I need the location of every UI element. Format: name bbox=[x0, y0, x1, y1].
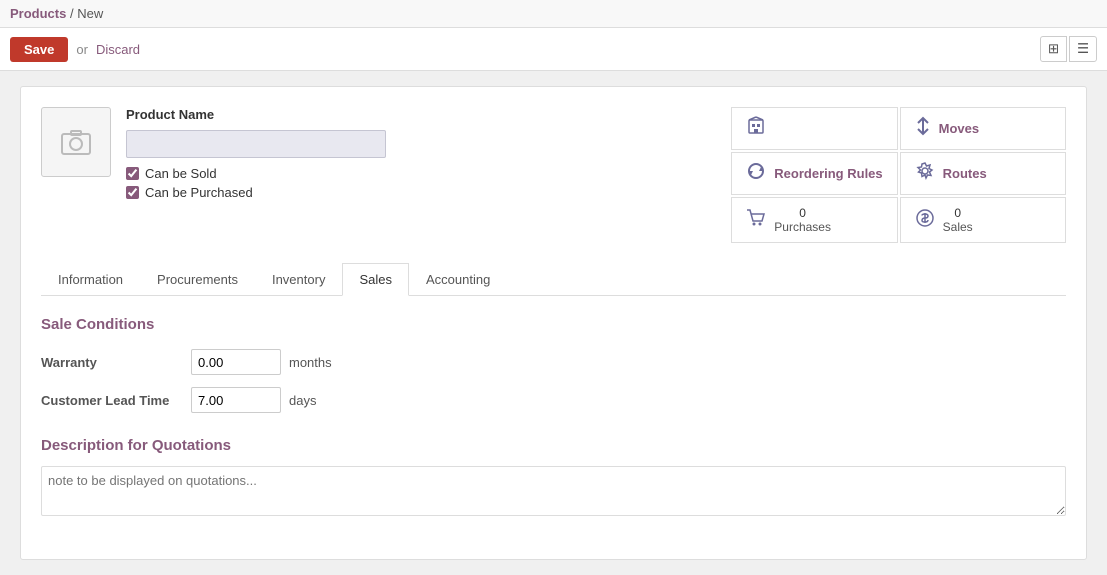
description-section: Description for Quotations bbox=[41, 437, 1066, 519]
warranty-unit: months bbox=[289, 355, 332, 370]
sales-label: Sales bbox=[943, 220, 973, 234]
product-info: Product Name Can be Sold Can be Purchase… bbox=[126, 107, 386, 200]
stat-building-button[interactable] bbox=[731, 107, 897, 150]
purchases-count: 0 bbox=[774, 206, 831, 220]
description-title: Description for Quotations bbox=[41, 437, 1066, 454]
dollar-icon bbox=[915, 208, 935, 233]
tab-information[interactable]: Information bbox=[41, 263, 140, 296]
checkboxes: Can be Sold Can be Purchased bbox=[126, 166, 386, 200]
product-name-input[interactable] bbox=[126, 130, 386, 158]
stat-sales-button[interactable]: 0 Sales bbox=[900, 197, 1066, 243]
tab-content-sales: Sale Conditions Warranty months Customer… bbox=[41, 296, 1066, 539]
building-icon bbox=[746, 116, 766, 141]
moves-label: Moves bbox=[939, 121, 979, 136]
can-be-purchased-checkbox[interactable]: Can be Purchased bbox=[126, 185, 386, 200]
tab-inventory[interactable]: Inventory bbox=[255, 263, 342, 296]
or-text: or bbox=[76, 42, 88, 57]
tabs: Information Procurements Inventory Sales… bbox=[41, 263, 1066, 296]
toolbar: Save or Discard ⊞ ☰ bbox=[0, 28, 1107, 71]
tab-procurements[interactable]: Procurements bbox=[140, 263, 255, 296]
main-content: Product Name Can be Sold Can be Purchase… bbox=[0, 71, 1107, 575]
product-header: Product Name Can be Sold Can be Purchase… bbox=[41, 107, 1066, 243]
customer-lead-time-label: Customer Lead Time bbox=[41, 393, 191, 408]
product-image[interactable] bbox=[41, 107, 111, 177]
stat-reordering-button[interactable]: Reordering Rules bbox=[731, 152, 897, 195]
tab-accounting[interactable]: Accounting bbox=[409, 263, 507, 296]
save-button[interactable]: Save bbox=[10, 37, 68, 62]
camera-icon bbox=[60, 128, 92, 156]
warranty-input[interactable] bbox=[191, 349, 281, 375]
breadcrumb-parent[interactable]: Products bbox=[10, 6, 66, 21]
reordering-label: Reordering Rules bbox=[774, 166, 882, 181]
purchases-label: Purchases bbox=[774, 220, 831, 234]
grid-icon: ⊞ bbox=[1048, 41, 1059, 56]
moves-icon bbox=[915, 116, 931, 141]
warranty-label: Warranty bbox=[41, 355, 191, 370]
warranty-row: Warranty months bbox=[41, 349, 1066, 375]
product-stats: Moves Reordering Rules bbox=[731, 107, 1066, 243]
stat-routes-button[interactable]: Routes bbox=[900, 152, 1066, 195]
discard-button[interactable]: Discard bbox=[96, 42, 140, 57]
routes-label: Routes bbox=[943, 166, 987, 181]
tab-sales[interactable]: Sales bbox=[342, 263, 409, 296]
cart-icon bbox=[746, 209, 766, 232]
product-left: Product Name Can be Sold Can be Purchase… bbox=[41, 107, 386, 200]
view-buttons: ⊞ ☰ bbox=[1040, 36, 1097, 62]
can-be-sold-checkbox[interactable]: Can be Sold bbox=[126, 166, 386, 181]
sales-count: 0 bbox=[943, 206, 973, 220]
list-view-button[interactable]: ☰ bbox=[1069, 36, 1097, 62]
description-textarea[interactable] bbox=[41, 466, 1066, 516]
sale-conditions-section: Sale Conditions Warranty months Customer… bbox=[41, 316, 1066, 413]
stat-purchases-button[interactable]: 0 Purchases bbox=[731, 197, 897, 243]
purchases-info: 0 Purchases bbox=[774, 206, 831, 234]
customer-lead-time-input[interactable] bbox=[191, 387, 281, 413]
sales-info: 0 Sales bbox=[943, 206, 973, 234]
top-bar: Products / New bbox=[0, 0, 1107, 28]
customer-lead-time-row: Customer Lead Time days bbox=[41, 387, 1066, 413]
list-icon: ☰ bbox=[1077, 41, 1089, 56]
breadcrumb-current: New bbox=[77, 6, 103, 21]
breadcrumb: Products / New bbox=[10, 6, 103, 21]
sale-conditions-title: Sale Conditions bbox=[41, 316, 1066, 333]
product-name-label: Product Name bbox=[126, 107, 386, 122]
form-card: Product Name Can be Sold Can be Purchase… bbox=[20, 86, 1087, 560]
grid-view-button[interactable]: ⊞ bbox=[1040, 36, 1067, 62]
stat-moves-button[interactable]: Moves bbox=[900, 107, 1066, 150]
routes-icon bbox=[915, 161, 935, 186]
customer-lead-time-unit: days bbox=[289, 393, 316, 408]
reordering-icon bbox=[746, 161, 766, 186]
